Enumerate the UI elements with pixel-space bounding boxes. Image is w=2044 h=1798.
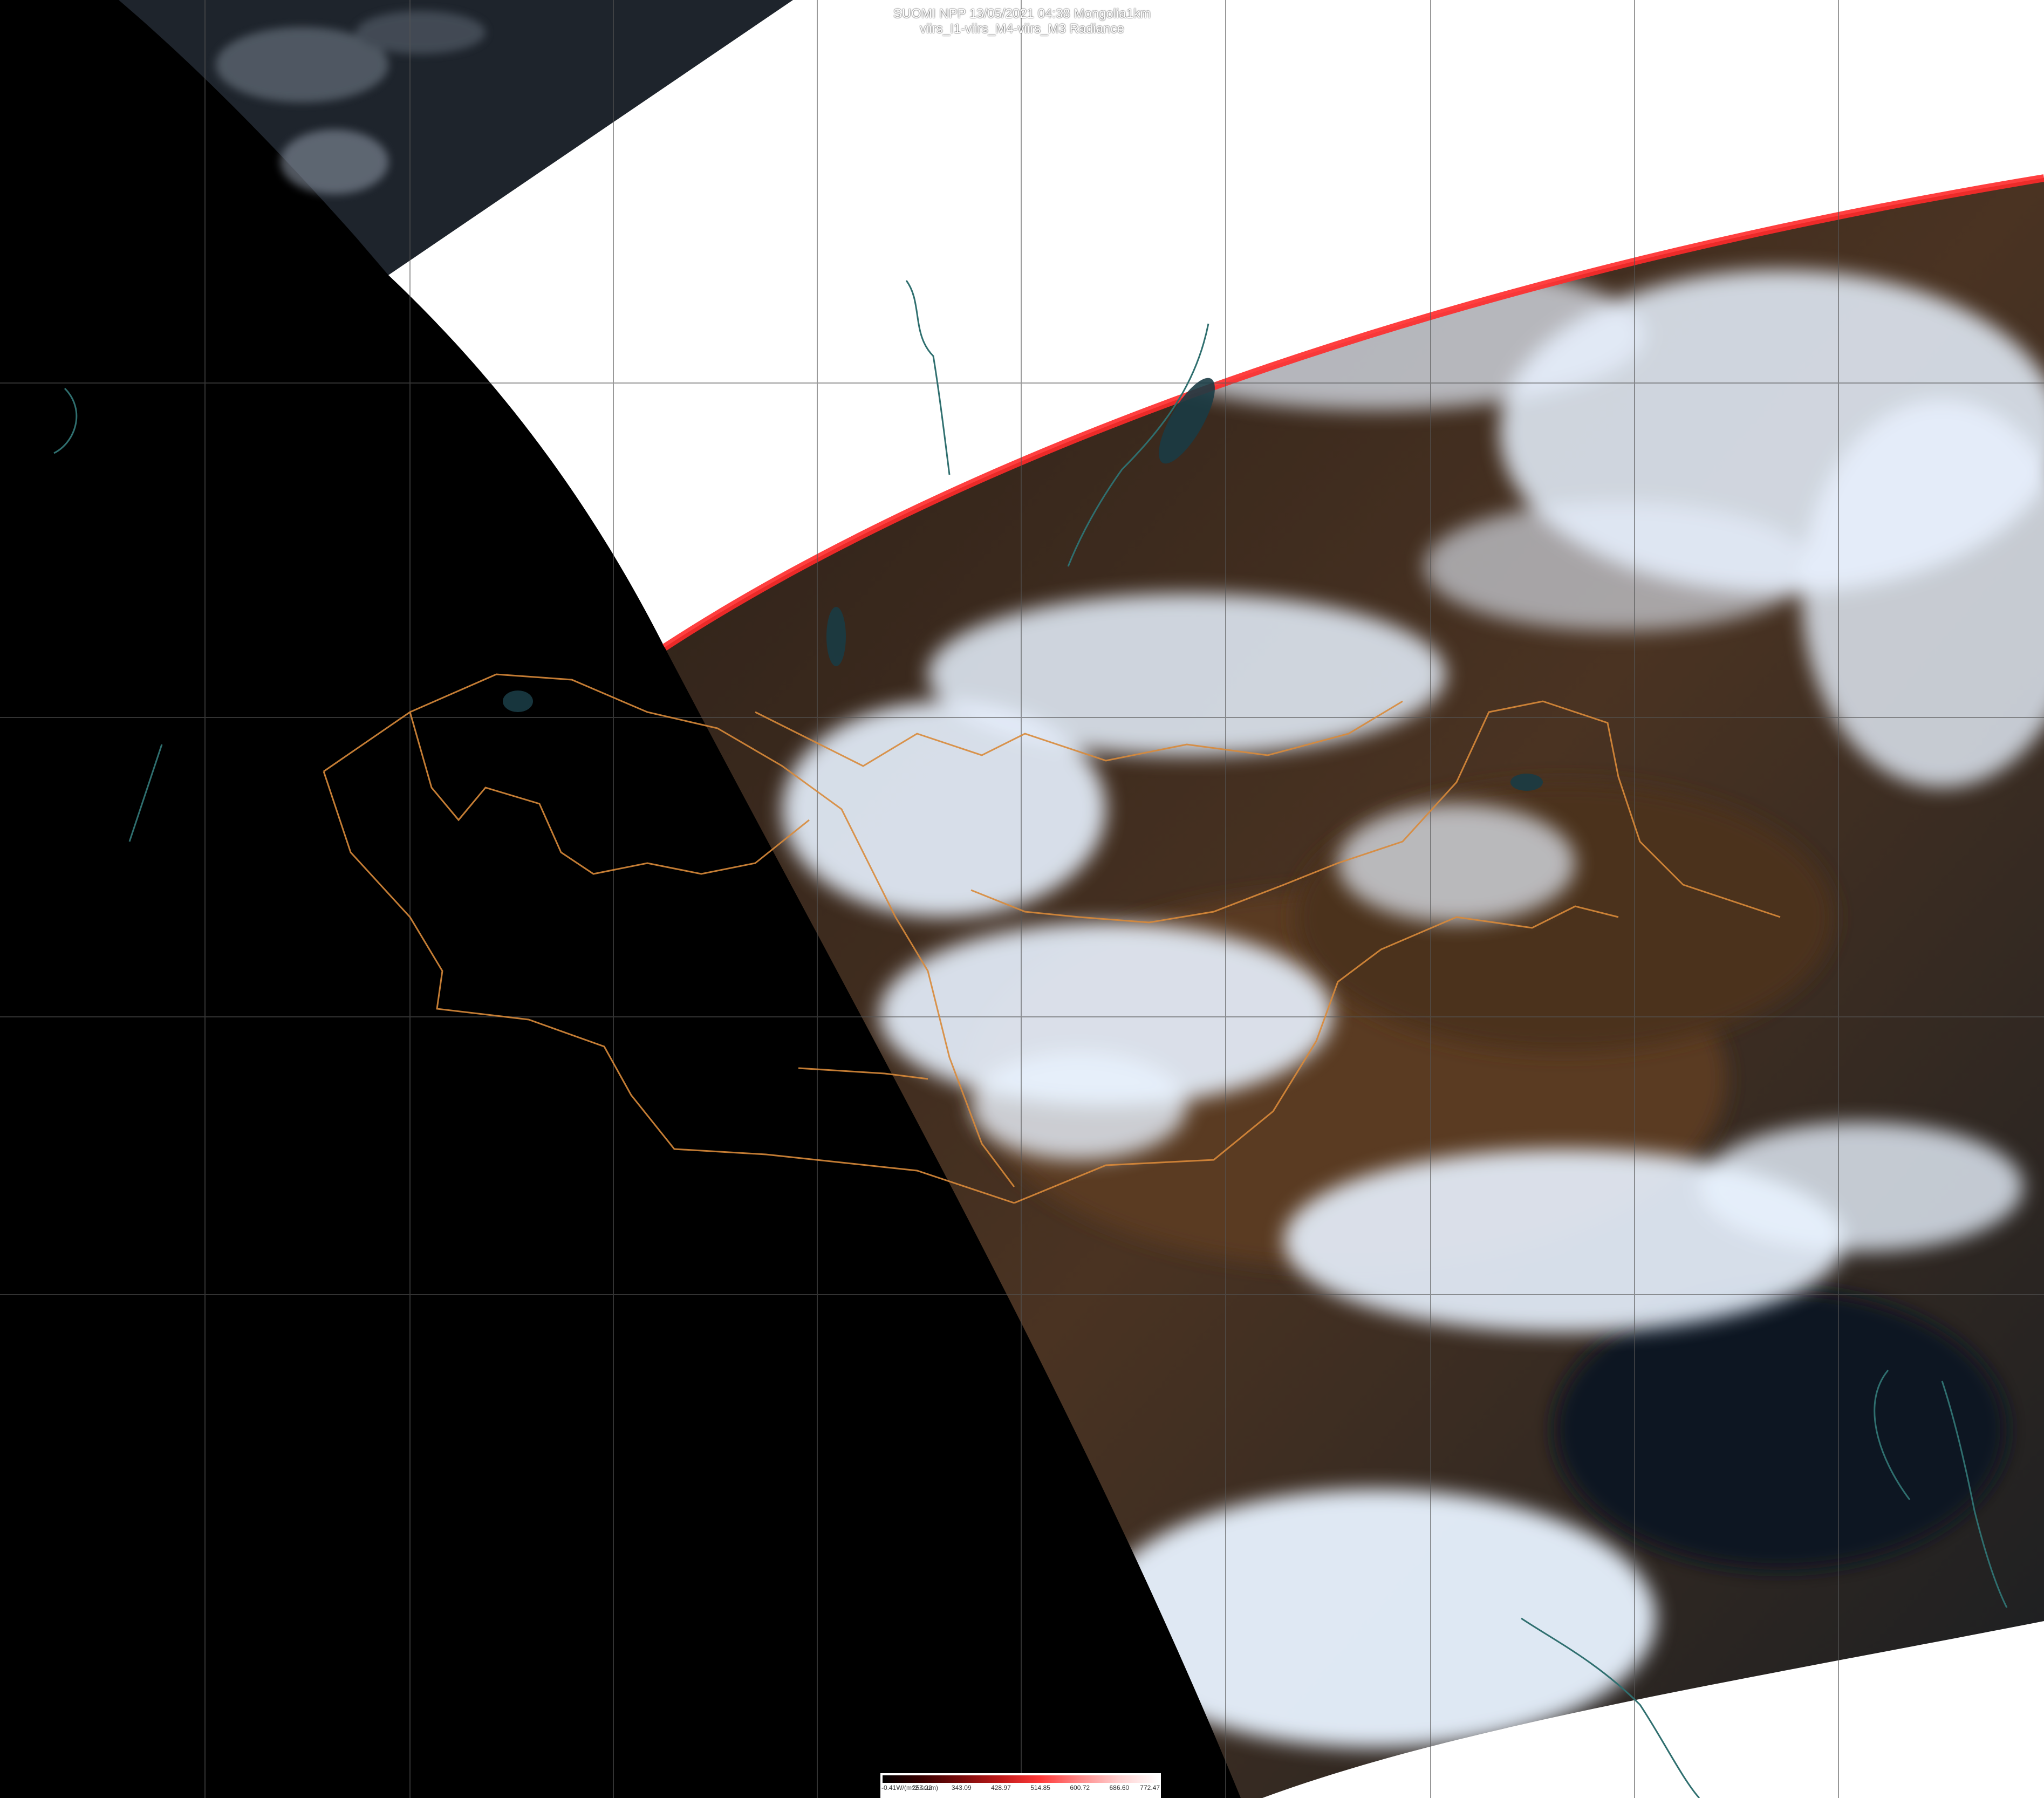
colorbar-labels: -0.41W/(m^2.sr.um) 257.22 343.09 428.97 514.… [880, 1784, 1161, 1797]
colorbar-tick-label: 686.60 [1109, 1784, 1130, 1792]
map-title-line1: SUOMI NPP 13/05/2021 04:38 Mongolia1km [893, 6, 1151, 21]
colorbar-tick-label: 772.47 [1140, 1784, 1160, 1792]
colorbar-tick-label: 257.22 [912, 1784, 932, 1792]
colorbar-tick-label: 514.85 [1030, 1784, 1050, 1792]
radiance-colorbar: -0.41W/(m^2.sr.um) 257.22 343.09 428.97 514.… [880, 1773, 1161, 1798]
colorbar-tick-label: 343.09 [951, 1784, 972, 1792]
map-title-line2: viirs_I1-viirs_M4-viirs_M3 Radiance [920, 22, 1124, 36]
colorbar-gradient [883, 1775, 1159, 1783]
colorbar-tick-label: 428.97 [991, 1784, 1011, 1792]
colorbar-tick-label: 600.72 [1070, 1784, 1090, 1792]
satellite-map [0, 0, 2044, 1798]
